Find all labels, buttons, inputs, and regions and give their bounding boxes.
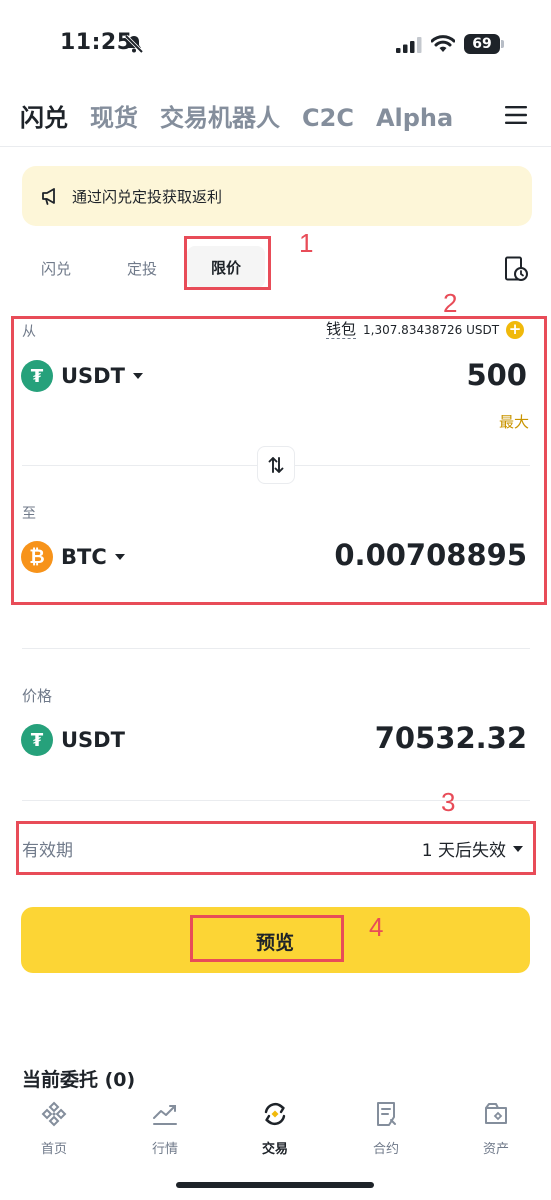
limit-price-input[interactable]: 70532.32: [375, 721, 527, 755]
top-tab-trading-bots[interactable]: 交易机器人: [160, 98, 280, 133]
annotation-label-4: 4: [369, 912, 384, 942]
nav-trade-label: 交易: [261, 1142, 288, 1157]
annotation-label-1: 1: [299, 228, 314, 258]
status-time: 11:25: [60, 30, 133, 55]
annotation-box-4: [190, 915, 344, 962]
futures-icon: [377, 1102, 396, 1126]
annotation-box-1: [184, 236, 271, 290]
home-indicator: [176, 1182, 374, 1188]
nav-markets[interactable]: 行情: [130, 1100, 200, 1157]
signal-icon: [396, 37, 422, 53]
wifi-icon: [431, 35, 455, 52]
order-history-icon[interactable]: [504, 256, 528, 282]
top-tab-spot[interactable]: 现货: [90, 98, 138, 133]
validity-value: 1 天后失效: [421, 841, 506, 861]
top-tab-alpha[interactable]: Alpha: [376, 104, 453, 132]
validity-label: 有效期: [22, 841, 73, 861]
max-button[interactable]: 最大: [499, 411, 529, 432]
section-divider: [22, 648, 530, 649]
annotation-label-2: 2: [443, 288, 458, 318]
nav-assets[interactable]: 资产: [461, 1100, 531, 1157]
wallet-balance: 1,307.83438726 USDT: [363, 322, 500, 337]
nav-home[interactable]: 首页: [19, 1100, 89, 1157]
menu-icon[interactable]: [505, 106, 527, 124]
to-label: 至: [22, 506, 36, 522]
bell-muted-icon: [124, 34, 144, 54]
battery-tip: [501, 40, 504, 48]
battery-indicator: 69: [464, 34, 500, 54]
from-label: 从: [22, 324, 36, 340]
from-coin-selector[interactable]: ₮ USDT: [21, 360, 143, 392]
top-tab-flash-swap[interactable]: 闪兑: [20, 98, 68, 133]
top-tabs: 闪兑 现货 交易机器人 C2C Alpha: [20, 98, 453, 133]
from-amount-input[interactable]: 500: [466, 358, 527, 392]
nav-futures[interactable]: 合约: [351, 1100, 421, 1157]
to-amount-input[interactable]: 0.00708895: [334, 538, 527, 572]
annotation-label-3: 3: [441, 787, 456, 817]
wallet-balance-row: 钱包 1,307.83438726 USDT +: [326, 320, 525, 339]
wallet-label[interactable]: 钱包: [326, 320, 357, 339]
add-funds-icon[interactable]: +: [506, 320, 525, 339]
nav-futures-label: 合约: [372, 1142, 399, 1157]
open-orders-title[interactable]: 当前委托 (0): [22, 1065, 135, 1092]
price-coin: ₮ USDT: [21, 724, 125, 756]
usdt-coin-icon: ₮: [21, 360, 53, 392]
price-label: 价格: [22, 687, 53, 705]
nav-trade[interactable]: 交易: [240, 1100, 310, 1157]
sub-tab-recurring[interactable]: 定投: [127, 258, 157, 279]
chevron-down-icon: [114, 554, 125, 560]
swap-arrows-icon: [268, 457, 284, 473]
nav-markets-label: 行情: [151, 1142, 178, 1157]
trade-icon: [264, 1102, 286, 1126]
chevron-down-icon: [513, 845, 523, 852]
usdt-coin-icon: ₮: [21, 724, 53, 756]
header-divider: [0, 146, 551, 147]
btc-coin-icon: ₿: [21, 541, 53, 573]
validity-selector[interactable]: 1 天后失效: [422, 836, 523, 861]
banner-text: 通过闪兑定投获取返利: [72, 187, 223, 206]
price-coin-name: USDT: [61, 728, 125, 752]
chevron-down-icon: [132, 373, 143, 379]
to-coin-name: BTC: [61, 545, 107, 569]
sub-tab-flash-swap[interactable]: 闪兑: [41, 258, 71, 279]
markets-icon: [153, 1105, 177, 1125]
home-icon: [41, 1101, 67, 1127]
nav-assets-label: 资产: [482, 1142, 509, 1157]
top-tab-c2c[interactable]: C2C: [302, 104, 354, 132]
swap-direction-button[interactable]: [257, 446, 295, 484]
nav-home-label: 首页: [40, 1142, 67, 1157]
wallet-icon: [485, 1103, 507, 1124]
megaphone-icon: [42, 188, 55, 205]
to-coin-selector[interactable]: ₿ BTC: [21, 541, 125, 573]
from-coin-name: USDT: [61, 364, 125, 388]
promo-banner[interactable]: 通过闪兑定投获取返利: [22, 166, 532, 226]
